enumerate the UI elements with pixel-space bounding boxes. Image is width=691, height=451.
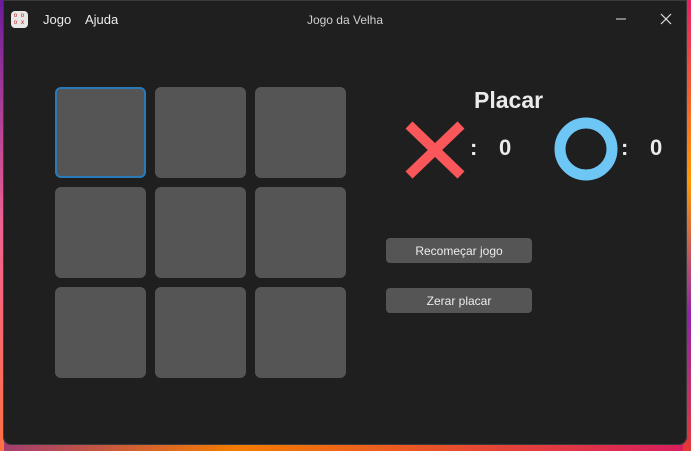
score-title: Placar (474, 87, 544, 113)
board-cell-9[interactable] (255, 287, 346, 378)
board-cell-1[interactable] (55, 87, 146, 178)
x-mark-icon (405, 121, 465, 179)
board-cell-3[interactable] (255, 87, 346, 178)
board-cell-6[interactable] (255, 187, 346, 278)
x-score-value: 0 (499, 135, 512, 160)
restart-game-button[interactable]: Recomeçar jogo (386, 238, 532, 263)
o-ring-icon (554, 117, 618, 181)
board-cell-4[interactable] (55, 187, 146, 278)
o-score-value: 0 (650, 135, 663, 160)
board-cell-5[interactable] (155, 187, 246, 278)
x-score-separator: : (470, 135, 478, 160)
window-title: Jogo da Velha (306, 13, 384, 27)
o-score-separator: : (621, 135, 629, 160)
close-icon (660, 13, 672, 25)
board-cell-2[interactable] (155, 87, 246, 178)
reset-score-button[interactable]: Zerar placar (386, 288, 532, 313)
board-cell-8[interactable] (155, 287, 246, 378)
board-cell-7[interactable] (55, 287, 146, 378)
title-bar[interactable]: o o o x Jogo Ajuda Jogo da Velha (4, 1, 686, 39)
game-window: o o o x Jogo Ajuda Jogo da Velha Placar … (3, 0, 687, 445)
minimize-button[interactable] (611, 9, 631, 29)
game-board (55, 87, 347, 379)
close-button[interactable] (656, 9, 676, 29)
minimize-icon (616, 18, 626, 20)
